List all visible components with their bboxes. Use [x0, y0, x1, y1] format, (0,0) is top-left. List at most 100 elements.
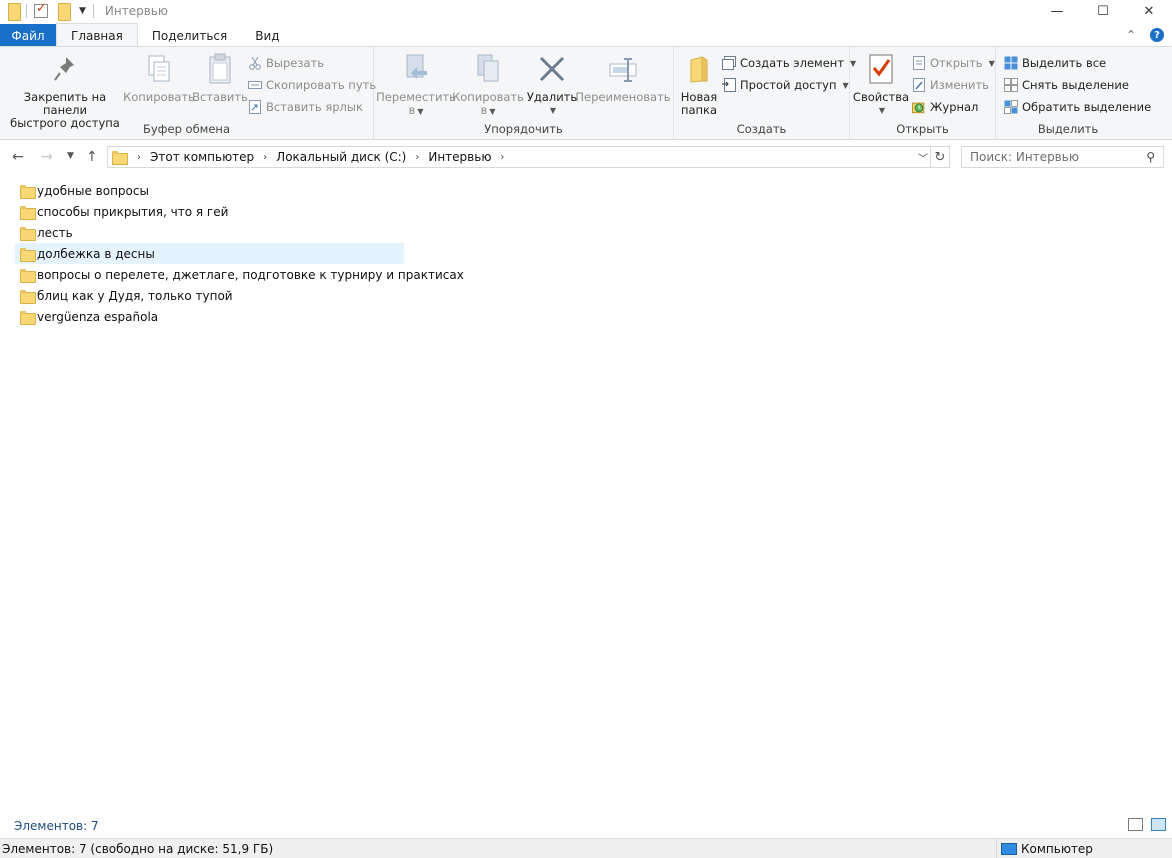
computer-icon — [1001, 843, 1017, 855]
address-history-chevron-down-icon[interactable]: ﹀ — [918, 150, 928, 165]
folder-icon — [20, 289, 36, 304]
new-item-icon — [722, 56, 736, 70]
copy-icon — [143, 53, 175, 85]
pin-quick-access-button[interactable]: Закрепить на панели быстрого доступа — [6, 53, 124, 130]
separator — [92, 4, 94, 18]
recent-locations-icon[interactable]: ▼ — [67, 151, 74, 161]
breadcrumb-separator-icon[interactable]: › — [500, 152, 504, 163]
list-item[interactable]: блиц как у Дудя, только тупой — [15, 285, 233, 306]
list-item[interactable]: способы прикрытия, что я гей — [15, 201, 228, 222]
properties-button[interactable]: Свойства ▼ — [853, 53, 909, 117]
customize-qat-icon[interactable]: ▼ — [79, 6, 86, 16]
search-box[interactable]: ⚲ — [961, 146, 1164, 168]
refresh-icon[interactable]: ↻ — [931, 146, 950, 168]
rename-icon — [607, 53, 639, 85]
properties-icon — [865, 53, 897, 85]
delete-button[interactable]: Удалить ▼ — [524, 53, 580, 117]
invert-selection-button[interactable]: Обратить выделение — [1004, 100, 1151, 114]
breadcrumb-separator-icon[interactable]: › — [263, 152, 267, 163]
folder-icon — [20, 205, 36, 220]
help-icon[interactable]: ? — [1150, 28, 1164, 42]
new-folder-icon — [683, 53, 715, 85]
folder-icon — [20, 184, 36, 199]
new-item-button[interactable]: Создать элемент ▼ — [722, 56, 856, 70]
rename-button[interactable]: Переименовать — [575, 53, 671, 104]
breadcrumb-this-pc[interactable]: Этот компьютер — [150, 150, 254, 164]
address-bar[interactable]: › Этот компьютер › Локальный диск (C:) ›… — [107, 146, 931, 168]
copy-path-button[interactable]: Скопировать путь — [248, 78, 376, 92]
quick-access-toolbar: ▼ Интервью — [0, 0, 168, 22]
paste-button[interactable]: Вставить — [192, 53, 248, 104]
folder-icon — [20, 247, 36, 262]
create-group: Новая папка Создать элемент ▼ Простой дос… — [674, 47, 856, 139]
status-bar: Элементов: 7 (свободно на диске: 51,9 ГБ… — [0, 838, 1172, 858]
separator — [26, 4, 27, 18]
history-button[interactable]: Журнал — [912, 100, 978, 114]
list-item[interactable]: долбежка в десны — [15, 243, 404, 264]
edit-icon — [912, 78, 926, 92]
computer-zone: Компьютер — [996, 839, 1093, 858]
copy-to-icon — [472, 53, 504, 85]
edit-button[interactable]: Изменить — [912, 78, 989, 92]
scissors-icon — [248, 56, 262, 70]
expand-ribbon-icon[interactable]: ⌃ — [1126, 28, 1136, 42]
ribbon: Закрепить на панели быстрого доступа Коп… — [0, 46, 1172, 140]
minimize-button[interactable]: — — [1034, 0, 1080, 22]
tab-file[interactable]: Файл — [0, 24, 56, 47]
move-to-icon — [400, 53, 432, 85]
create-group-label: Создать — [736, 122, 787, 136]
breadcrumb-local-disk[interactable]: Локальный диск (C:) — [276, 150, 406, 164]
up-arrow-icon[interactable]: ↑ — [86, 149, 98, 165]
delete-x-icon — [536, 53, 568, 85]
large-icons-view-icon[interactable] — [1151, 818, 1166, 831]
status-text: Элементов: 7 (свободно на диске: 51,9 ГБ… — [2, 841, 274, 856]
title-bar: ▼ Интервью — ☐ ✕ — [0, 0, 1172, 22]
easy-access-button[interactable]: Простой доступ ▼ — [722, 78, 849, 92]
tab-home[interactable]: Главная — [56, 23, 138, 47]
search-input[interactable] — [970, 150, 1140, 164]
list-item[interactable]: лесть — [15, 222, 73, 243]
maximize-button[interactable]: ☐ — [1080, 0, 1126, 22]
select-all-button[interactable]: Выделить все — [1004, 56, 1106, 70]
tab-share[interactable]: Поделиться — [138, 24, 241, 47]
close-button[interactable]: ✕ — [1126, 0, 1172, 22]
back-arrow-icon[interactable]: ← — [12, 149, 24, 165]
organize-group: Переместить в ▼ Копировать в ▼ Удалить ▼ П… — [374, 47, 674, 139]
copy-to-button[interactable]: Копировать в ▼ — [452, 53, 524, 118]
list-item[interactable]: удобные вопросы — [15, 180, 149, 201]
breadcrumb-interview[interactable]: Интервью — [428, 150, 491, 164]
list-item[interactable]: vergüenza española — [15, 306, 158, 327]
navigation-bar: ← → ▼ ↑ › Этот компьютер › Локальный дис… — [0, 140, 1172, 174]
ribbon-tabs: Файл Главная Поделиться Вид ⌃ ? — [0, 23, 1172, 47]
tab-view[interactable]: Вид — [241, 24, 293, 47]
invert-selection-icon — [1004, 100, 1018, 114]
paste-shortcut-button[interactable]: Вставить ярлык — [248, 100, 363, 114]
forward-arrow-icon[interactable]: → — [41, 149, 53, 165]
pin-icon — [49, 53, 81, 85]
copy-path-icon — [248, 78, 262, 92]
history-icon — [912, 100, 926, 114]
details-view-icon[interactable] — [1128, 818, 1143, 831]
breadcrumb-separator-icon[interactable]: › — [137, 152, 141, 163]
copy-button[interactable]: Копировать — [123, 53, 195, 104]
folder-icon — [20, 226, 36, 241]
paste-icon — [204, 53, 236, 85]
list-item[interactable]: вопросы о перелете, джетлаге, подготовке… — [15, 264, 464, 285]
folder-icon — [112, 151, 128, 165]
breadcrumb-separator-icon[interactable]: › — [415, 152, 419, 163]
shortcut-icon — [248, 100, 262, 114]
open-icon — [912, 56, 926, 70]
properties-icon[interactable] — [34, 1, 48, 18]
window-title: Интервью — [104, 4, 168, 18]
select-none-icon — [1004, 78, 1018, 92]
cut-button[interactable]: Вырезать — [248, 56, 324, 70]
new-folder-icon[interactable] — [58, 3, 71, 21]
search-icon[interactable]: ⚲ — [1146, 150, 1155, 164]
new-folder-button[interactable]: Новая папка — [678, 53, 720, 117]
open-button[interactable]: Открыть ▼ — [912, 56, 995, 70]
computer-label: Компьютер — [1021, 842, 1093, 856]
folder-icon — [20, 268, 36, 283]
organize-group-label: Упорядочить — [484, 122, 563, 136]
move-to-button[interactable]: Переместить в ▼ — [376, 53, 456, 118]
select-none-button[interactable]: Снять выделение — [1004, 78, 1129, 92]
